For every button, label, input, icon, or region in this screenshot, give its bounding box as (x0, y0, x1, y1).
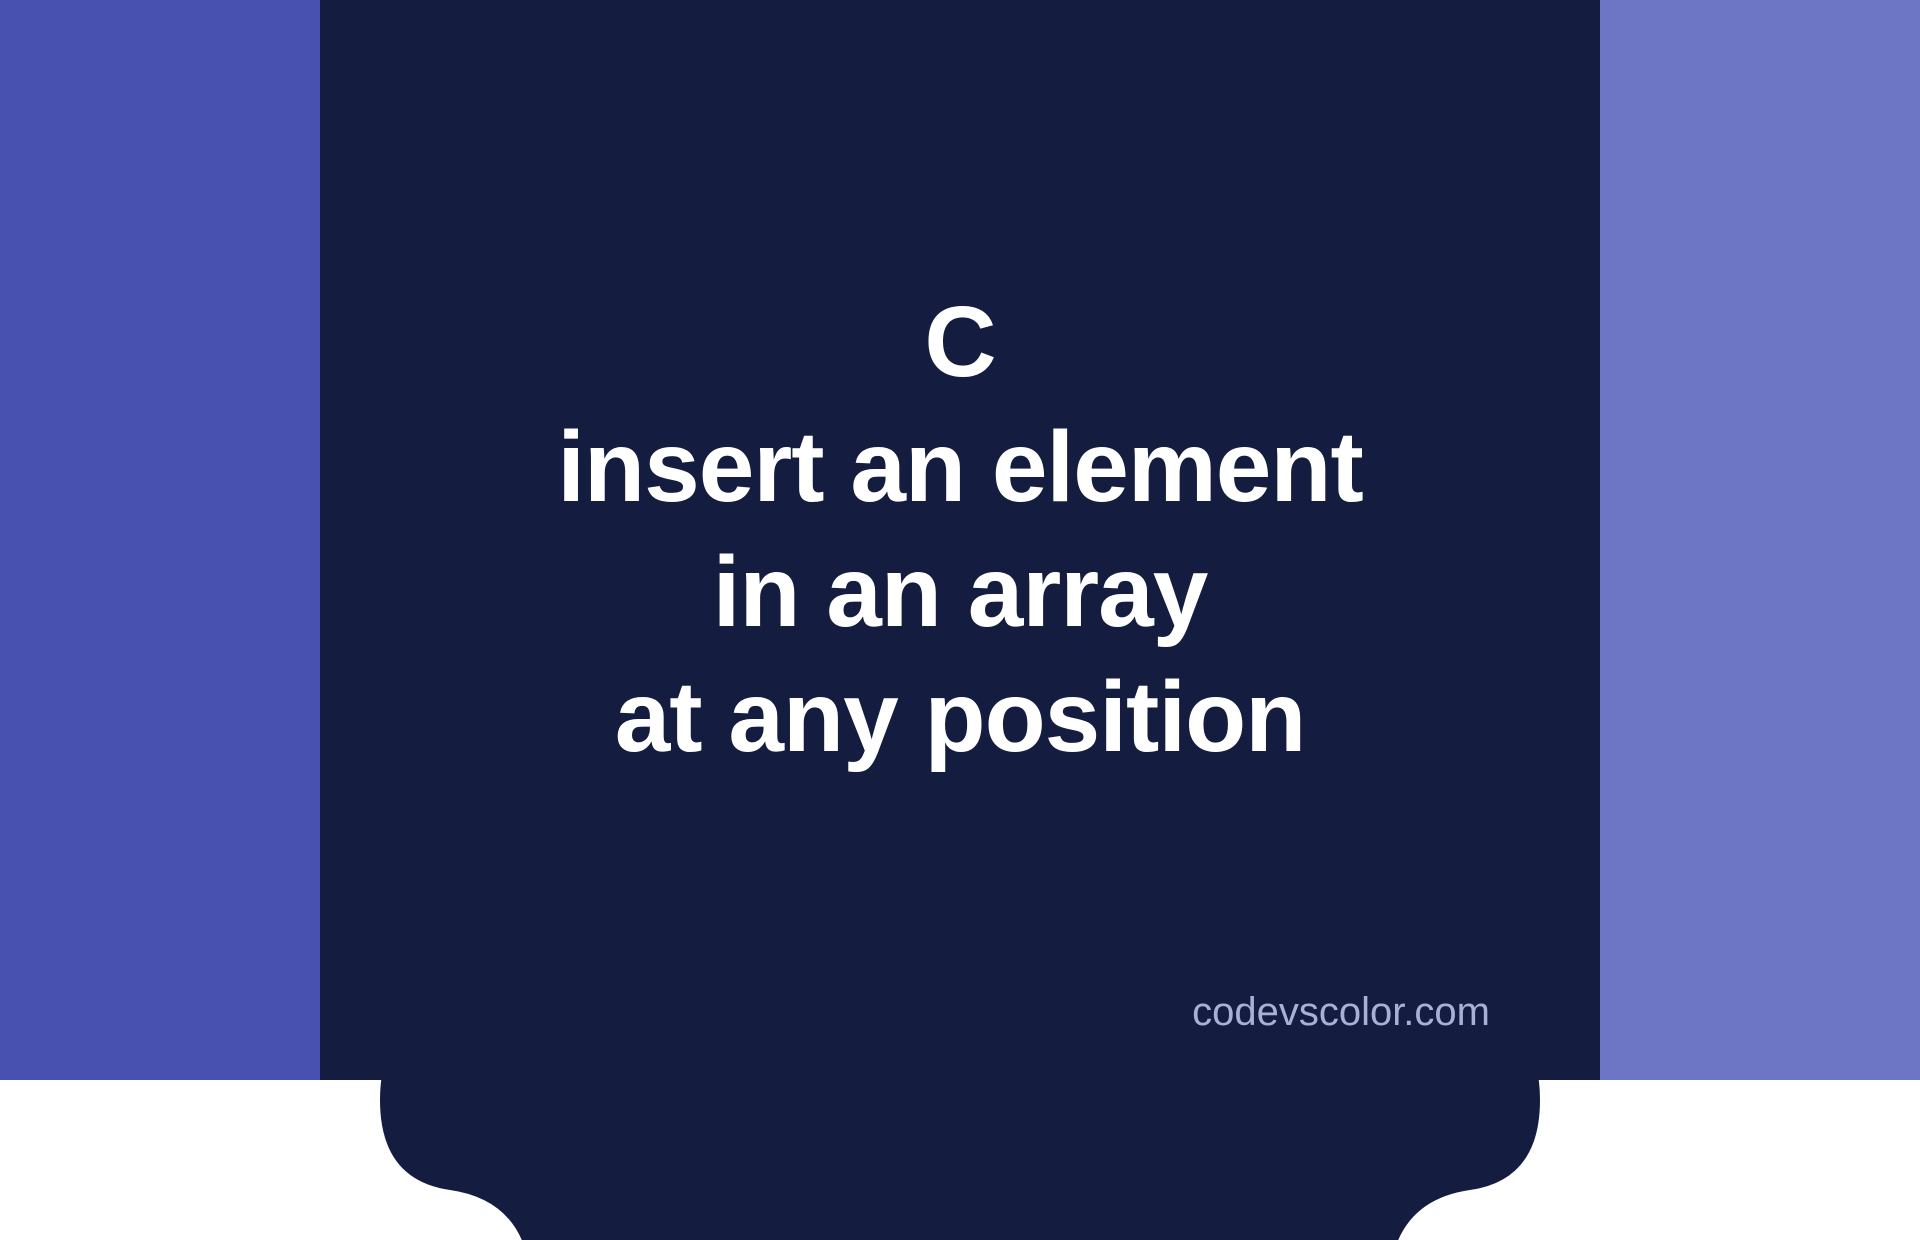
title-line-4: at any position (0, 655, 1920, 780)
title-line-2: insert an element (0, 405, 1920, 530)
title-line-1: C (0, 280, 1920, 405)
title-block: C insert an element in an array at any p… (0, 280, 1920, 780)
title-line-3: in an array (0, 530, 1920, 655)
watermark-text: codevscolor.com (1192, 990, 1490, 1035)
title-text: C insert an element in an array at any p… (0, 280, 1920, 780)
